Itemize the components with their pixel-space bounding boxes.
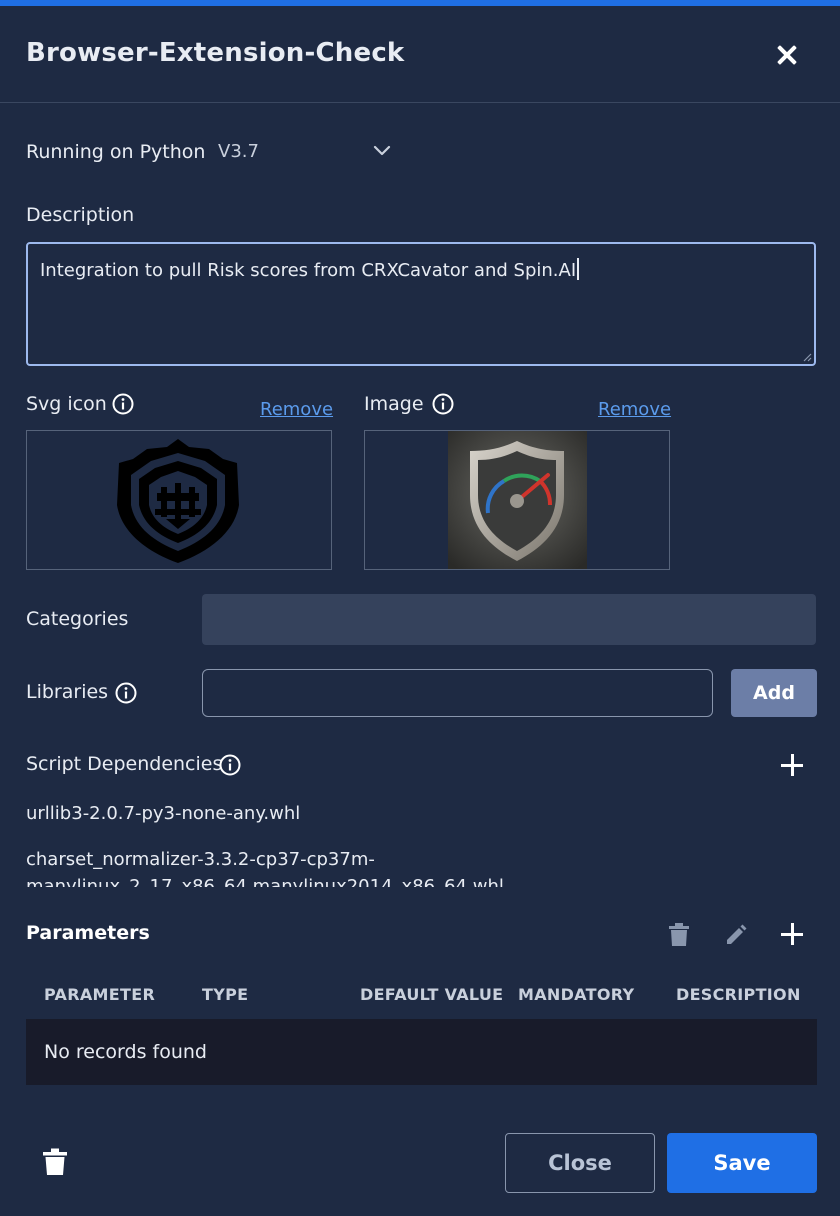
save-button[interactable]: Save [667,1133,817,1193]
info-icon[interactable] [219,754,241,776]
dependency-list-clip: charset_normalizer-3.3.2-cp37-cp37m- man… [0,845,840,887]
add-library-button[interactable]: Add [731,669,817,717]
script-dependencies-label: Script Dependencies [26,753,223,775]
categories-input[interactable] [202,594,816,645]
description-label: Description [26,204,135,226]
add-parameter-icon[interactable] [781,923,803,945]
dialog-header: Browser-Extension-Check [0,6,840,103]
column-header-mandatory: MANDATORY [518,985,635,1004]
info-icon[interactable] [112,393,134,415]
image-remove-link[interactable]: Remove [598,399,671,420]
empty-table-message: No records found [44,1041,207,1063]
libraries-label: Libraries [26,681,109,703]
column-header-parameter: PARAMETER [44,985,156,1004]
dependency-item: manylinux_2_17_x86_64.manylinux2014_x86_… [26,876,504,887]
python-version-select[interactable]: V3.7 [218,141,259,162]
info-icon[interactable] [432,393,454,415]
chevron-down-icon[interactable] [372,141,392,161]
categories-label: Categories [26,608,129,630]
close-button[interactable]: Close [505,1133,655,1193]
parameters-title: Parameters [26,922,150,944]
trash-icon[interactable] [668,923,690,947]
column-header-default-value: DEFAULT VALUE [360,985,504,1004]
description-textarea[interactable]: Integration to pull Risk scores from CRX… [26,242,816,366]
image-preview [364,430,670,570]
dependency-item: charset_normalizer-3.3.2-cp37-cp37m- [26,849,375,870]
dialog-title: Browser-Extension-Check [26,38,405,68]
pencil-icon[interactable] [725,924,747,946]
delete-trash-icon[interactable] [42,1148,68,1176]
column-header-type: TYPE [202,985,249,1004]
description-text: Integration to pull Risk scores from CRX… [40,260,577,281]
libraries-input[interactable] [202,669,713,717]
close-icon[interactable] [772,40,802,70]
svg-icon-preview [26,430,332,570]
info-icon[interactable] [115,682,137,704]
shield-gauge-image [448,431,587,569]
python-version-label: Running on Python [26,141,206,163]
resize-handle-icon[interactable] [802,352,812,362]
dependency-item: urllib3-2.0.7-py3-none-any.whl [26,803,301,824]
parameters-table-body: No records found [26,1019,817,1085]
shield-castle-icon [117,439,239,563]
image-label: Image [364,393,424,415]
column-header-description: DESCRIPTION [676,985,801,1004]
svg-icon-label: Svg icon [26,393,107,415]
svg-icon-remove-link[interactable]: Remove [260,399,333,420]
add-dependency-icon[interactable] [781,754,803,776]
text-caret [577,258,580,280]
